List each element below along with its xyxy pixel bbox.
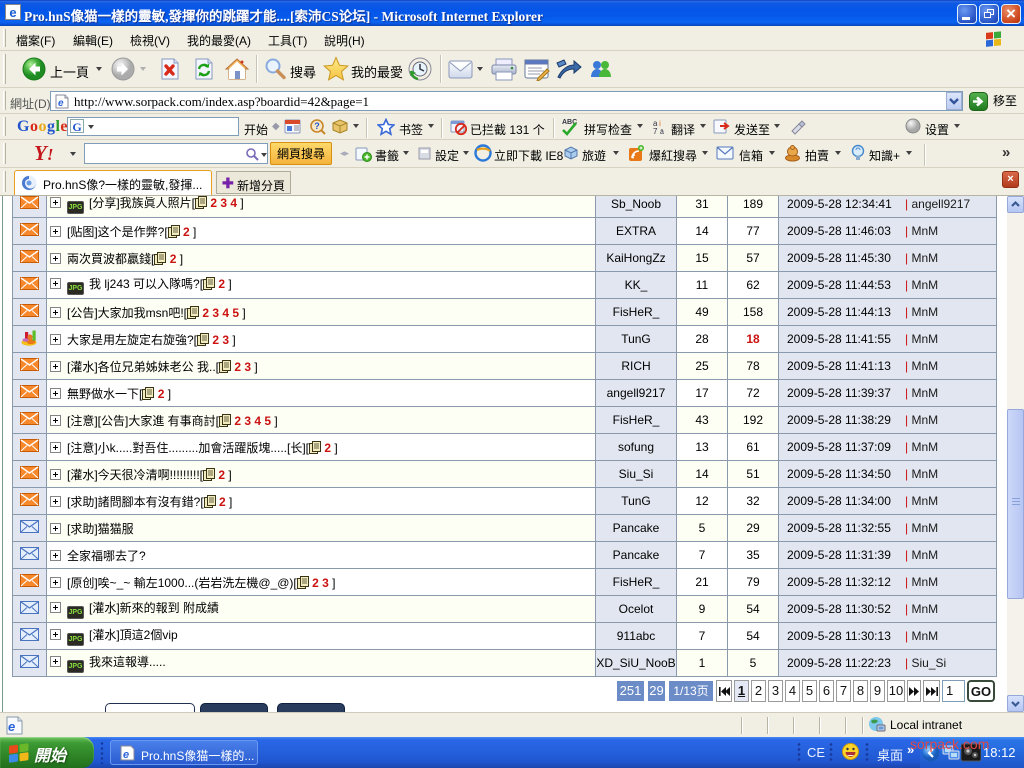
svg-text:ⅰ: ⅰ: [659, 121, 661, 128]
svg-text:e: e: [8, 719, 15, 734]
svg-text:ā: ā: [660, 129, 664, 135]
svg-text:7: 7: [653, 127, 658, 135]
svg-text:e: e: [123, 749, 129, 761]
svg-text:e: e: [58, 98, 64, 109]
svg-text:?: ?: [314, 121, 320, 131]
